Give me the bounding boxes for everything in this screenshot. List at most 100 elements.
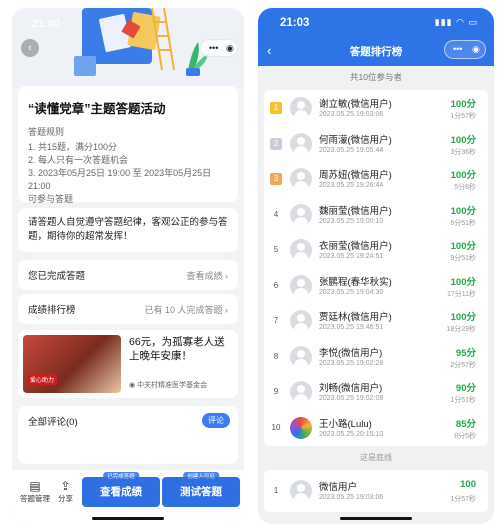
submit-time: 2023.05.25 19:05:44: [319, 146, 384, 154]
rank-number: 1: [273, 486, 279, 495]
rank-number: 7: [273, 316, 279, 325]
ad-image: 爱心助力: [23, 335, 121, 393]
ad-source: ◉ 中关村精准医学基金会: [129, 382, 208, 389]
user-name: 衣丽莹(微信用户): [319, 241, 392, 252]
ranking-row[interactable]: 5 衣丽莹(微信用户) 2023.05.25 19:24:51 100分 9分51秒: [264, 233, 488, 268]
rank-number: 3: [270, 173, 282, 185]
view-score-hint: 已完成答题: [103, 472, 139, 480]
duration: 2分57秒: [450, 361, 476, 369]
rule-line: 2. 每人只有一次答题机会: [28, 155, 129, 165]
submit-time: 2023.05.25 19:02:08: [319, 395, 384, 402]
submit-time: 2023.05.25 19:00:10: [319, 217, 384, 225]
activity-title: “读懂党章”主题答题活动: [28, 102, 166, 116]
submit-time: 2023.05.25 20:15:10: [319, 430, 384, 438]
test-answer-hint: 创建人可见: [183, 472, 219, 480]
duration: 5分8秒: [454, 184, 476, 191]
share-icon: ⇪: [60, 479, 71, 493]
submit-time: 2023.05.25 19:04:30: [319, 288, 384, 296]
activity-banner: 21:00 ‹ ••• ◉: [12, 8, 244, 88]
score: 100分: [450, 241, 476, 252]
close-circle-icon[interactable]: ◉: [472, 44, 480, 55]
submit-time: 2023.05.25 19:03:06: [319, 111, 384, 118]
submit-time: 2023.05.25 19:03:06: [319, 494, 384, 501]
ranking-row[interactable]: 10 王小路(Lulu) 2023.05.25 20:15:10 85分 8分5秒: [264, 411, 488, 446]
ad-text: 66元，为孤寡老人送上晚年安康！: [129, 336, 225, 362]
miniapp-capsule[interactable]: ••• ◉: [444, 40, 486, 59]
ranking-label: 成绩排行榜: [28, 305, 76, 316]
ranking-row[interactable]: 成绩排行榜 已有 10 人完成答题 ›: [18, 294, 238, 324]
charity-ad-card[interactable]: 爱心助力 66元，为孤寡老人送上晚年安康！ ◉ 中关村精准医学基金会: [18, 330, 238, 398]
ranking-row[interactable]: 8 李悦(微信用户) 2023.05.25 19:02:28 95分 2分57秒: [264, 340, 488, 375]
home-indicator: [92, 517, 164, 520]
rule-line: 1. 共15题，满分100分: [28, 142, 118, 152]
score: 95分: [455, 347, 476, 359]
duration: 6分51秒: [450, 219, 476, 227]
comment-button[interactable]: 评论: [202, 413, 230, 428]
avatar: [290, 203, 312, 226]
user-name: 贾廷林(微信用户): [319, 312, 392, 323]
rank-number: 2: [270, 137, 282, 150]
score: 100分: [450, 312, 476, 323]
duration: 8分5秒: [454, 432, 476, 440]
score: 100分: [450, 205, 476, 217]
rank-number: 9: [273, 387, 279, 396]
user-name: 张鹏程(春华秋实): [319, 276, 392, 288]
duration: 17分11秒: [446, 290, 476, 298]
user-name: 周苏妞(微信用户): [319, 170, 392, 181]
view-score-button[interactable]: 已完成答题 查看成绩: [82, 472, 160, 507]
ad-image-tag: 爱心助力: [27, 374, 58, 385]
view-score-link[interactable]: 查看成绩 ›: [186, 269, 228, 282]
score: 100分: [450, 99, 476, 110]
completed-row[interactable]: 您已完成答题 查看成绩 ›: [18, 260, 238, 290]
comments-card: 全部评论(0) 评论: [18, 406, 238, 464]
miniapp-capsule[interactable]: ••• ◉: [200, 39, 238, 57]
duration: 1分57秒: [450, 496, 476, 503]
user-name: 何雨濛(微信用户): [319, 134, 392, 146]
user-name: 李悦(微信用户): [319, 347, 383, 359]
ranking-row[interactable]: 4 魏丽莹(微信用户) 2023.05.25 19:00:10 100分 6分51秒: [264, 198, 488, 233]
submit-time: 2023.05.25 19:24:51: [319, 253, 384, 260]
ranking-row[interactable]: 3 周苏妞(微信用户) 2023.05.25 19:26:44 100分 5分8秒: [264, 162, 488, 197]
duration: 18分29秒: [446, 326, 476, 333]
avatar: [290, 132, 312, 155]
avatar: [290, 480, 312, 502]
submit-time: 2023.05.25 19:46:51: [319, 324, 384, 331]
ranking-row[interactable]: 7 贾廷林(微信用户) 2023.05.25 19:46:51 100分 18分29秒: [264, 304, 488, 339]
close-circle-icon[interactable]: ◉: [226, 43, 234, 54]
test-answer-button[interactable]: 创建人可见 测试答题: [162, 472, 240, 507]
score: 100分: [450, 170, 476, 181]
share-button[interactable]: ⇪ 分享: [58, 479, 73, 504]
score: 85分: [455, 418, 476, 430]
avatar: [290, 381, 312, 403]
rank-number: 5: [273, 245, 279, 254]
more-icon[interactable]: •••: [209, 43, 218, 53]
status-time: 21:00: [32, 18, 61, 30]
my-rank-card[interactable]: 1 微信用户 2023.05.25 19:03:06 100 1分57秒: [264, 470, 488, 512]
ranking-row[interactable]: 6 张鹏程(春华秋实) 2023.05.25 19:04:30 100分 17分11秒: [264, 269, 488, 304]
activity-info-card: “读懂党章”主题答题活动 答题规则 1. 共15题，满分100分 2. 每人只有…: [18, 86, 238, 204]
status-icons: ▮▮▮ ◠ ▭: [434, 17, 478, 27]
bottom-action-bar: ▤ 答题管理 ⇪ 分享 已完成答题 查看成绩 创建人可见 测试答题: [12, 470, 244, 524]
rule-line: 3. 2023年05月25日 19:00 至 2023年05月25日 21:00: [28, 168, 212, 191]
activity-screen: 21:00 ‹ ••• ◉ “读懂党章”主题答题活动 答题规则 1. 共15题，…: [12, 8, 244, 524]
manage-button[interactable]: ▤ 答题管理: [20, 479, 50, 504]
ranking-list: 1 谢立敏(微信用户) 2023.05.25 19:03:06 100分 1分57秒 2 何…: [264, 90, 488, 446]
user-name: 王小路(Lulu): [319, 418, 372, 430]
ranking-row[interactable]: 9 刘畅(微信用户) 2023.05.25 19:02:08 90分 1分51秒: [264, 375, 488, 410]
back-button[interactable]: ‹: [21, 39, 39, 57]
ranking-row[interactable]: 2 何雨濛(微信用户) 2023.05.25 19:05:44 100分 3分36秒: [264, 127, 488, 162]
avatar: [290, 274, 312, 297]
home-indicator: [340, 517, 412, 520]
user-name: 微信用户: [319, 482, 358, 493]
avatar: [290, 345, 312, 368]
ranking-count-link[interactable]: 已有 10 人完成答题 ›: [144, 303, 228, 316]
ranking-row[interactable]: 1 谢立敏(微信用户) 2023.05.25 19:03:06 100分 1分57秒: [264, 91, 488, 126]
rule-line: 可参与答题: [28, 194, 74, 204]
more-icon[interactable]: •••: [453, 44, 462, 54]
score: 100: [460, 479, 476, 490]
user-name: 谢立敏(微信用户): [319, 99, 392, 110]
avatar: [290, 239, 312, 261]
user-name: 刘畅(微信用户): [319, 383, 383, 394]
avatar: [290, 310, 312, 332]
avatar: [290, 97, 312, 119]
